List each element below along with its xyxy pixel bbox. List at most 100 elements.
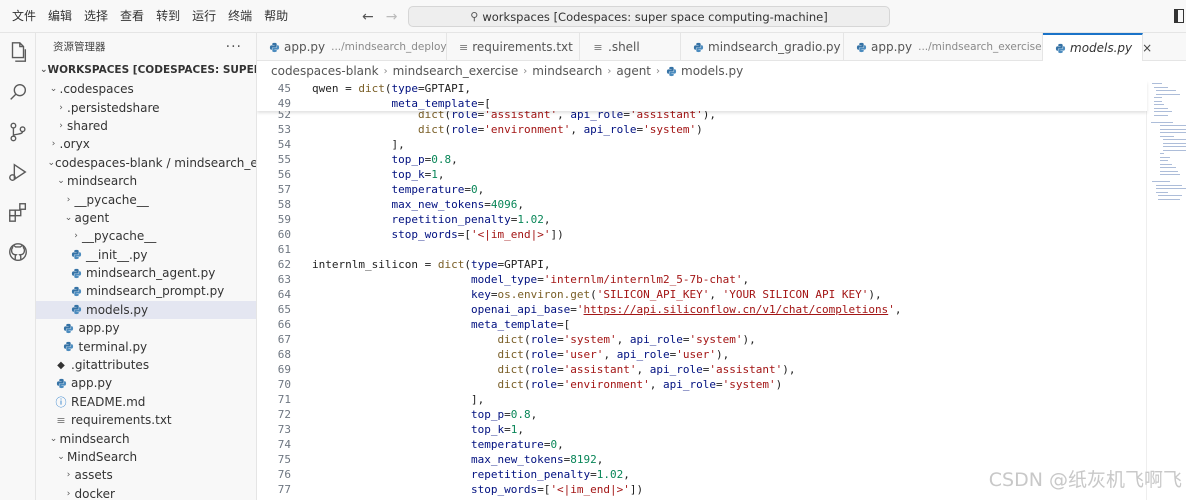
tree-folder[interactable]: ⌄ .codespaces <box>36 80 256 98</box>
menu-item[interactable]: 查看 <box>114 0 150 33</box>
tree-item-label: .gitattributes <box>71 358 150 373</box>
menu-item[interactable]: 终端 <box>222 0 258 33</box>
tree-folder[interactable]: ⌄ agent <box>36 209 256 227</box>
code-text: ], <box>312 393 485 406</box>
tree-folder[interactable]: › shared <box>36 117 256 135</box>
forward-arrow-icon[interactable]: → <box>386 9 398 25</box>
tree-item-label: codespaces-blank / mindsearch_exe... <box>55 155 257 170</box>
tree-folder[interactable]: › .persistedshare <box>36 98 256 116</box>
tab-description: .../mindsearch_exercise <box>918 41 1042 53</box>
tree-file[interactable]: terminal.py <box>36 337 256 355</box>
chevron-down-icon: ⌄ <box>47 157 56 168</box>
line-number: 53 <box>277 123 291 136</box>
editor-tab[interactable]: models.py × <box>1043 33 1152 61</box>
tree-file[interactable]: __init__.py <box>36 246 256 264</box>
line-number: 75 <box>277 453 291 466</box>
code-line: 45 qwen = dict(type=GPTAPI, <box>257 81 471 96</box>
breadcrumb-item[interactable]: mindsearch_exercise <box>393 64 519 78</box>
code-text: temperature=0, <box>391 183 485 196</box>
menu-item[interactable]: 文件 <box>6 0 42 33</box>
tree-file[interactable]: ≡ requirements.txt <box>36 411 256 429</box>
line-number: 59 <box>277 213 291 226</box>
line-number: 74 <box>277 438 291 451</box>
info-icon: ⓘ <box>55 395 67 409</box>
code-text: dict(role='environment', api_role='syste… <box>497 378 783 391</box>
breadcrumb-item[interactable]: codespaces-blank <box>271 64 379 78</box>
code-line: 59 repetition_penalty=1.02, <box>257 212 551 227</box>
minimap-line <box>1160 160 1168 162</box>
tree-file[interactable]: app.py <box>36 374 256 392</box>
menu-item[interactable]: 运行 <box>186 0 222 33</box>
close-icon[interactable]: × <box>1142 41 1152 55</box>
code-text: meta_template=[ <box>470 318 571 331</box>
menu-item[interactable]: 转到 <box>150 0 186 33</box>
tree-item-label: mindsearch_agent.py <box>86 266 216 281</box>
menu-item[interactable]: 编辑 <box>42 0 78 33</box>
line-number: 65 <box>277 303 291 316</box>
code-editor[interactable]: 45 qwen = dict(type=GPTAPI, 49 meta_templa… <box>257 81 1186 500</box>
editor-tab[interactable]: ≡ requirements.txt <box>447 33 580 61</box>
chevron-right-icon: › <box>66 194 71 205</box>
editor-tabs: app.py .../mindsearch_deploy ≡ requirements… <box>257 33 1186 61</box>
minimap-line <box>1163 146 1186 148</box>
search-icon[interactable] <box>5 79 31 105</box>
minimap-line <box>1160 174 1180 176</box>
back-arrow-icon[interactable]: ← <box>362 9 374 25</box>
tree-folder[interactable]: ⌄ MindSearch <box>36 448 256 466</box>
menu-item[interactable]: 帮助 <box>258 0 294 33</box>
python-file-icon <box>856 41 867 53</box>
editor-tab[interactable]: app.py .../mindsearch_exercise <box>844 33 1043 61</box>
code-line: 54 ], <box>257 137 405 152</box>
tree-file[interactable]: app.py <box>36 319 256 337</box>
run-debug-icon[interactable] <box>5 159 31 185</box>
tree-folder[interactable]: ⌄codespaces-blank / mindsearch_exe... <box>36 154 257 172</box>
minimap-line <box>1156 93 1180 95</box>
minimap[interactable] <box>1148 81 1186 221</box>
editor-tab[interactable]: app.py .../mindsearch_deploy <box>257 33 447 61</box>
tree-file[interactable]: models.py <box>36 300 256 320</box>
code-text: dict(role='user', api_role='user'), <box>497 348 730 361</box>
minimap-line <box>1154 104 1164 106</box>
minimap-line <box>1152 83 1162 85</box>
tree-folder[interactable]: › .oryx <box>36 135 256 153</box>
tree-folder[interactable]: ⌄ mindsearch <box>36 429 256 447</box>
line-number: 56 <box>277 168 291 181</box>
tab-label: mindsearch_gradio.py <box>708 40 841 54</box>
file-tree: ⌄ .codespaces › .persistedshare › shared › .ory… <box>36 80 256 500</box>
code-text: repetition_penalty=1.02, <box>470 468 630 481</box>
tree-folder[interactable]: › __pycache__ <box>36 190 256 208</box>
tree-file[interactable]: mindsearch_prompt.py <box>36 282 256 300</box>
tree-folder[interactable]: › assets <box>36 466 256 484</box>
tree-folder[interactable]: ⌄ mindsearch <box>36 172 256 190</box>
more-actions-icon[interactable]: ··· <box>226 39 242 55</box>
tree-item-label: .oryx <box>59 137 90 152</box>
breadcrumb-item[interactable]: mindsearch <box>532 64 602 78</box>
git-file-icon: ◆ <box>57 359 65 371</box>
line-number: 70 <box>277 378 291 391</box>
line-number: 57 <box>277 183 291 196</box>
editor-tab[interactable]: ≡ .shell <box>580 33 681 61</box>
workspace-header[interactable]: ⌄ WORKSPACES [CODESPACES: SUPER SP... <box>36 60 256 80</box>
command-center[interactable]: ⚲ workspaces [Codespaces: super space co… <box>408 6 890 27</box>
text-file-icon: ≡ <box>593 40 603 54</box>
tree-file[interactable]: ◆ .gitattributes <box>36 356 256 374</box>
python-file-icon <box>70 267 82 279</box>
breadcrumb-item[interactable]: models.py <box>681 64 743 78</box>
minimap-line <box>1154 97 1162 99</box>
sidebar-layout-icon[interactable] <box>1174 9 1184 23</box>
source-control-icon[interactable] <box>5 119 31 145</box>
breadcrumb-item[interactable]: agent <box>616 64 651 78</box>
tree-file[interactable]: ⓘ README.md <box>36 393 256 411</box>
text-file-icon: ≡ <box>56 413 66 427</box>
minimap-line <box>1154 111 1172 113</box>
github-icon[interactable] <box>5 239 31 265</box>
tree-folder[interactable]: › __pycache__ <box>36 227 256 245</box>
editor-tab[interactable]: mindsearch_gradio.py <box>681 33 844 61</box>
minimap-line <box>1160 167 1176 169</box>
files-icon[interactable] <box>5 39 31 65</box>
tree-folder[interactable]: › docker <box>36 485 256 500</box>
code-text: top_k=1, <box>470 423 524 436</box>
extensions-icon[interactable] <box>5 199 31 225</box>
menu-item[interactable]: 选择 <box>78 0 114 33</box>
tree-file[interactable]: mindsearch_agent.py <box>36 264 256 282</box>
